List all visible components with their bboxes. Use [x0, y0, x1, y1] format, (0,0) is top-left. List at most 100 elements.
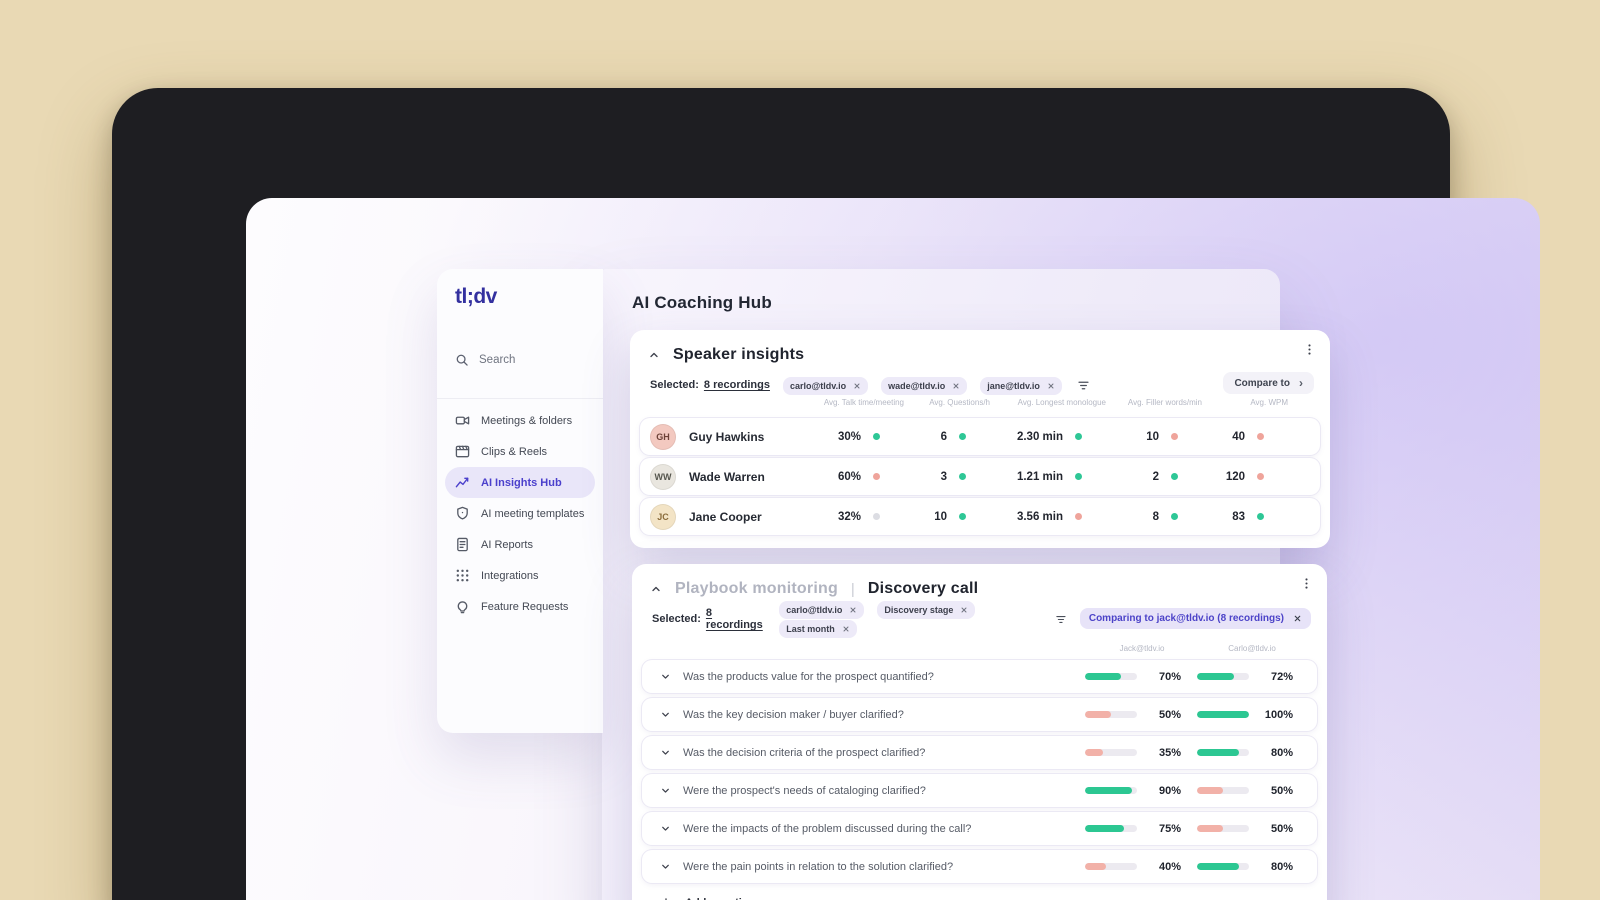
metric-value: 30% [837, 430, 861, 443]
metric-value: 10 [934, 510, 947, 523]
sidebar-item-clips[interactable]: Clips & Reels [445, 436, 595, 467]
chevron-down-icon[interactable] [660, 861, 671, 872]
report-doc-icon [455, 537, 470, 552]
question-text: Were the prospect's needs of cataloging … [683, 784, 926, 797]
close-icon[interactable] [1047, 382, 1055, 390]
chevron-down-icon[interactable] [660, 709, 671, 720]
filter-chip-label: carlo@tldv.io [786, 605, 843, 615]
percent-value: 50% [1270, 822, 1293, 835]
speaker-name: Guy Hawkins [689, 429, 765, 444]
status-dot-red [1257, 433, 1264, 440]
question-text: Was the key decision maker / buyer clari… [683, 708, 904, 721]
chevron-down-icon[interactable] [660, 747, 671, 758]
sidebar-item-templates[interactable]: AI meeting templates [445, 498, 595, 529]
sidebar-item-label: Feature Requests [481, 600, 569, 613]
filter-chip[interactable]: Discovery stage [877, 601, 976, 619]
filter-funnel-icon[interactable] [1055, 613, 1067, 626]
speaker-filter-row: Selected: 8 recordings carlo@tldv.io wade… [650, 374, 1180, 396]
metric-cell: 40 [1178, 431, 1264, 443]
trend-chart-icon [455, 475, 470, 490]
percent-value: 50% [1270, 784, 1293, 797]
sidebar-item-insights-hub[interactable]: AI Insights Hub [445, 467, 595, 498]
question-row[interactable]: Were the prospect's needs of cataloging … [642, 774, 1317, 807]
sidebar: tl;dv Search Meetings & folders Clips & R… [437, 269, 603, 733]
title-separator: | [850, 580, 855, 598]
close-icon[interactable] [853, 382, 861, 390]
metric-cell: 30% [788, 431, 880, 443]
clapperboard-icon [455, 444, 470, 459]
progress-bar [1197, 787, 1249, 794]
metric-cell: 2 [1082, 471, 1178, 483]
close-icon[interactable] [960, 606, 968, 614]
screen: AI Coaching Hub tl;dv Search Meetings & … [246, 198, 1540, 900]
close-icon[interactable] [849, 606, 857, 614]
question-row[interactable]: Were the impacts of the problem discusse… [642, 812, 1317, 845]
filter-chip-label: jane@tldv.io [987, 380, 1040, 391]
metric-cell: 32% [788, 511, 880, 523]
playbook-panel: Playbook monitoring | Discovery call Sel… [632, 564, 1327, 900]
collapse-chevron-up-icon[interactable] [650, 583, 662, 595]
chevron-down-icon[interactable] [660, 823, 671, 834]
metric-value: 6 [940, 430, 947, 443]
percent-value: 80% [1270, 746, 1293, 759]
speaker-row[interactable]: WW Wade Warren 60% 3 1.21 min 2 120 [640, 458, 1320, 495]
compare-to-button[interactable]: Compare to › [1223, 372, 1314, 394]
selected-label: Selected: [652, 613, 701, 625]
filter-funnel-icon[interactable] [1077, 379, 1090, 392]
sidebar-item-meetings[interactable]: Meetings & folders [445, 405, 595, 436]
question-row[interactable]: Was the products value for the prospect … [642, 660, 1317, 693]
question-row[interactable]: Was the key decision maker / buyer clari… [642, 698, 1317, 731]
metric-cell: 1.21 min [966, 471, 1082, 483]
playbook-header: Playbook monitoring | Discovery call [650, 577, 1287, 601]
recordings-link[interactable]: 8 recordings [704, 379, 770, 391]
percent-value: 90% [1158, 784, 1181, 797]
sidebar-item-features[interactable]: Feature Requests [445, 591, 595, 622]
metric-value: 3.56 min [1016, 510, 1063, 523]
collapse-chevron-up-icon[interactable] [648, 349, 660, 361]
sidebar-item-reports[interactable]: AI Reports [445, 529, 595, 560]
sidebar-item-integrations[interactable]: Integrations [445, 560, 595, 591]
close-icon[interactable] [842, 625, 850, 633]
search-button[interactable]: Search [455, 353, 515, 367]
metric-value: 1.21 min [1016, 470, 1063, 483]
percent-value: 35% [1158, 746, 1181, 759]
filter-chip[interactable]: carlo@tldv.io [782, 376, 869, 395]
chevron-down-icon[interactable] [660, 671, 671, 682]
close-icon[interactable] [1293, 614, 1302, 623]
chevron-down-icon[interactable] [660, 785, 671, 796]
speaker-row[interactable]: JC Jane Cooper 32% 10 3.56 min 8 83 [640, 498, 1320, 535]
metric-cell: 6 [880, 431, 966, 443]
question-row[interactable]: Was the decision criteria of the prospec… [642, 736, 1317, 769]
filter-chip[interactable]: carlo@tldv.io [779, 601, 865, 619]
comparing-chip-label: Comparing to jack@tldv.io (8 recordings) [1088, 613, 1284, 624]
sidebar-item-label: AI Insights Hub [481, 476, 562, 489]
compare-column-carlo: Carlo@tldv.io [1228, 644, 1276, 653]
filter-chip[interactable]: Last month [779, 620, 857, 638]
filter-chip[interactable]: jane@tldv.io [980, 376, 1062, 395]
comparing-chip[interactable]: Comparing to jack@tldv.io (8 recordings) [1079, 608, 1311, 629]
status-dot-green [1171, 473, 1178, 480]
progress-bar [1085, 673, 1137, 680]
progress-bar [1197, 863, 1249, 870]
status-dot-red [873, 473, 880, 480]
percent-value: 80% [1270, 860, 1293, 873]
close-icon[interactable] [952, 382, 960, 390]
speaker-row[interactable]: GH Guy Hawkins 30% 6 2.30 min 10 40 [640, 418, 1320, 455]
metric-value: 10 [1146, 430, 1159, 443]
video-camera-icon [455, 413, 470, 428]
status-dot-green [1257, 513, 1264, 520]
add-question-button[interactable]: Add question [642, 888, 1317, 900]
filter-chip[interactable]: wade@tldv.io [881, 376, 968, 395]
recordings-link[interactable]: 8 recordings [706, 607, 766, 631]
speaker-insights-header: Speaker insights [648, 343, 1290, 367]
kebab-menu-icon[interactable] [1300, 577, 1313, 590]
status-dot-green [873, 433, 880, 440]
percent-value: 100% [1264, 708, 1293, 721]
speaker-column-headers: Avg. Talk time/meeting Avg. Questions/h Av… [640, 398, 1320, 407]
column-header: Avg. Filler words/min [1127, 398, 1202, 407]
filter-chip-label: Discovery stage [884, 605, 954, 615]
metric-value: 2 [1152, 470, 1159, 483]
kebab-menu-icon[interactable] [1303, 343, 1316, 356]
status-dot-green [959, 473, 966, 480]
question-row[interactable]: Were the pain points in relation to the … [642, 850, 1317, 883]
